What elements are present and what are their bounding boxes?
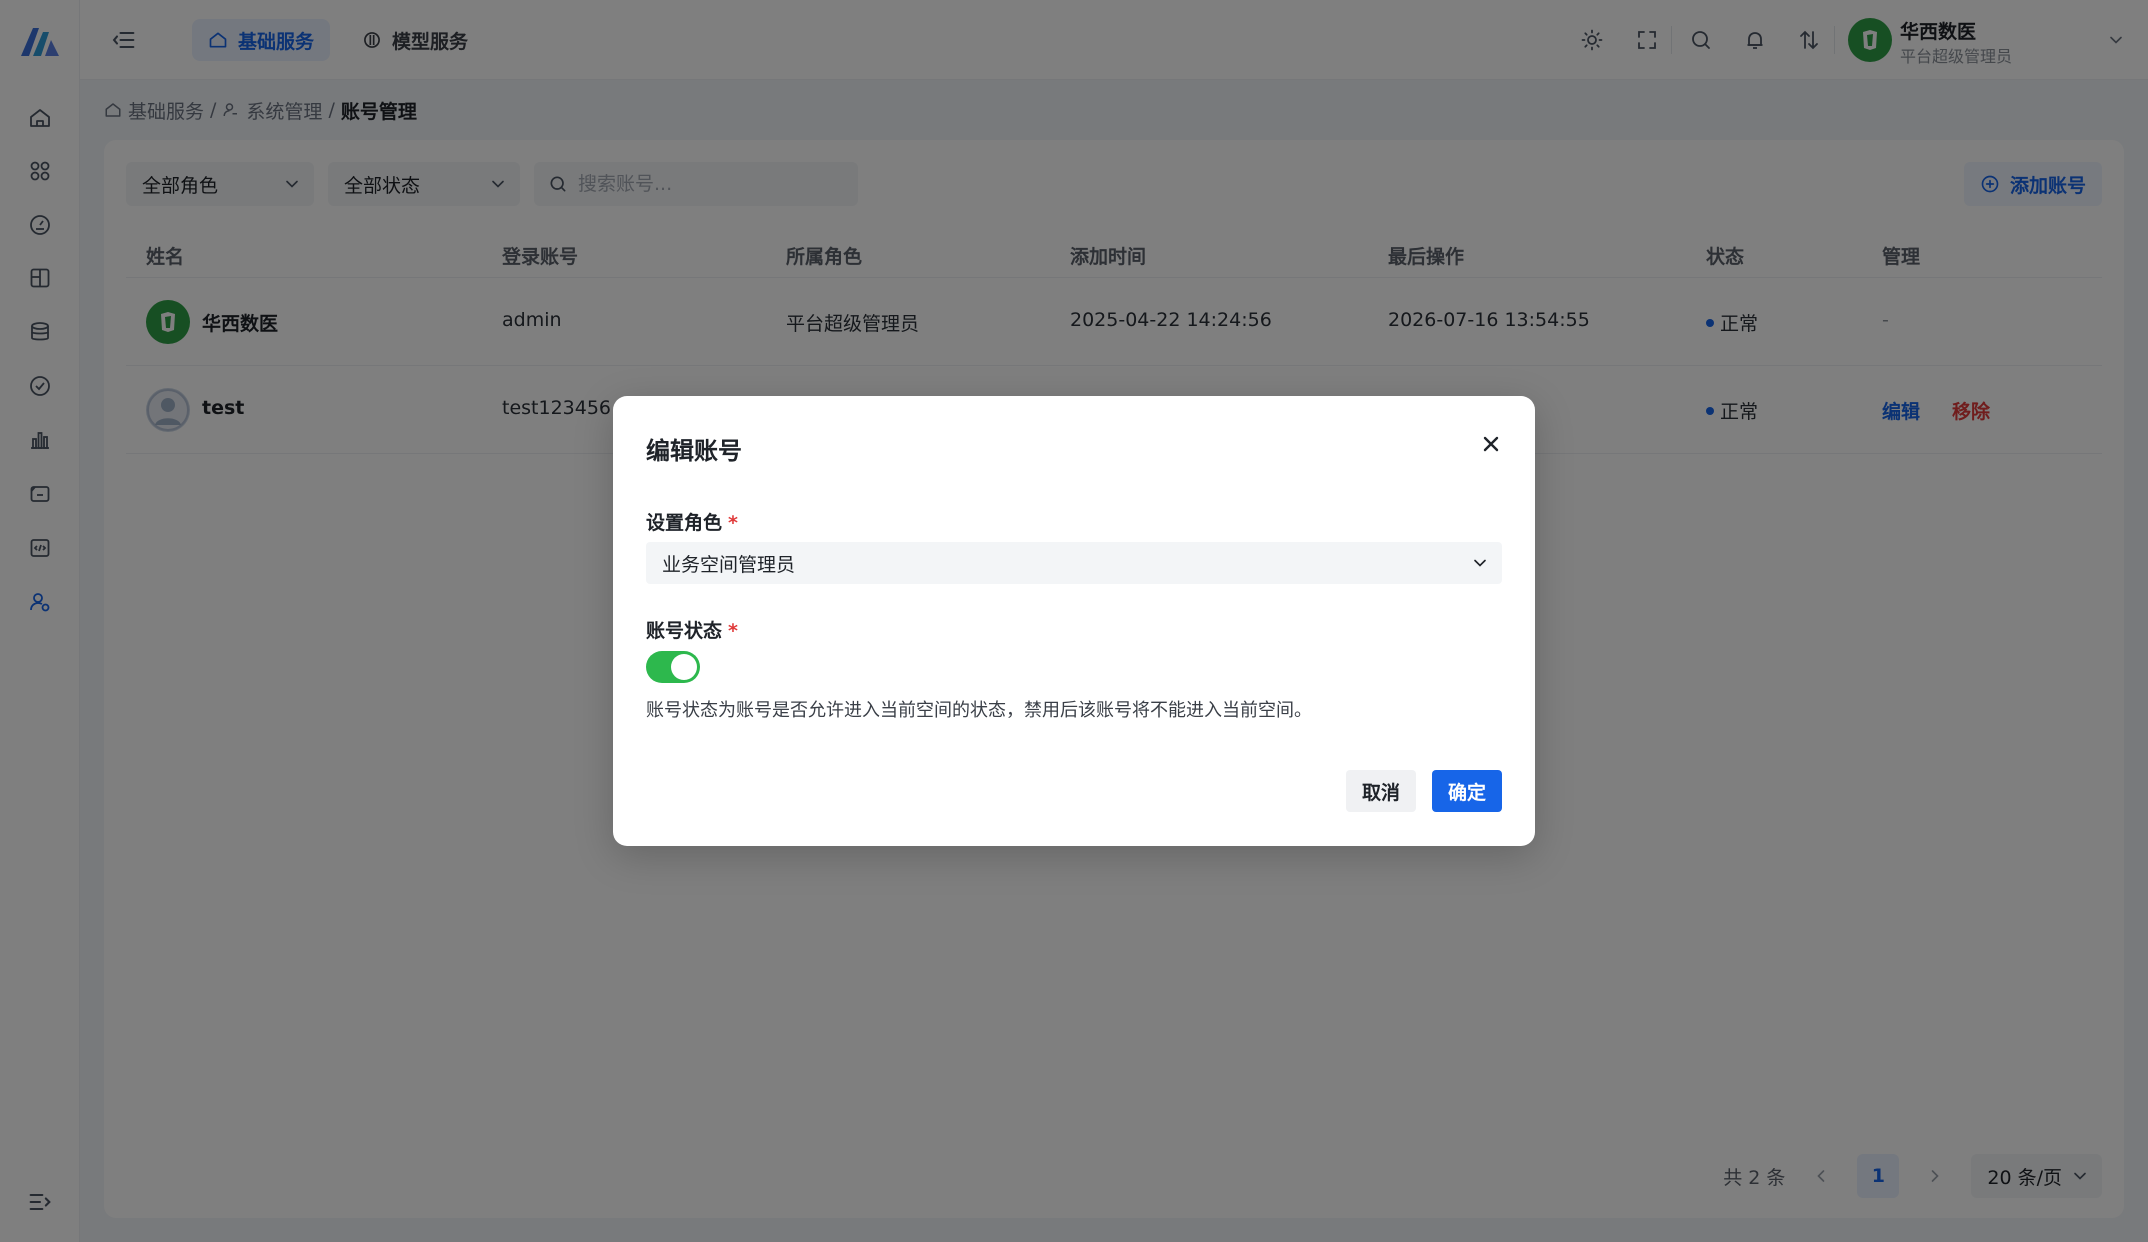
account-status-toggle[interactable] <box>646 651 700 683</box>
status-label-text: 账号状态 <box>646 620 723 642</box>
role-select[interactable]: 业务空间管理员 <box>646 542 1502 584</box>
status-field-label: 账号状态 * <box>646 616 738 643</box>
required-mark: * <box>728 620 738 642</box>
role-label-text: 设置角色 <box>646 512 723 534</box>
dialog-title: 编辑账号 <box>646 437 742 465</box>
chevron-down-icon <box>1474 559 1486 567</box>
required-mark: * <box>728 512 738 534</box>
close-icon[interactable] <box>1479 432 1503 456</box>
status-help-text: 账号状态为账号是否允许进入当前空间的状态，禁用后该账号将不能进入当前空间。 <box>646 700 1312 721</box>
edit-account-dialog: 编辑账号 设置角色 * 业务空间管理员 账号状态 * 账号状态为账号是否允许进入当前… <box>613 396 1535 846</box>
toggle-knob <box>671 654 697 680</box>
role-field-label: 设置角色 * <box>646 508 738 535</box>
app-root: 基础服务 模型服务 华西数医 平台超级管理员 <box>0 0 2148 1242</box>
role-select-value: 业务空间管理员 <box>662 553 796 576</box>
cancel-button[interactable]: 取消 <box>1346 770 1416 812</box>
confirm-button[interactable]: 确定 <box>1432 770 1502 812</box>
